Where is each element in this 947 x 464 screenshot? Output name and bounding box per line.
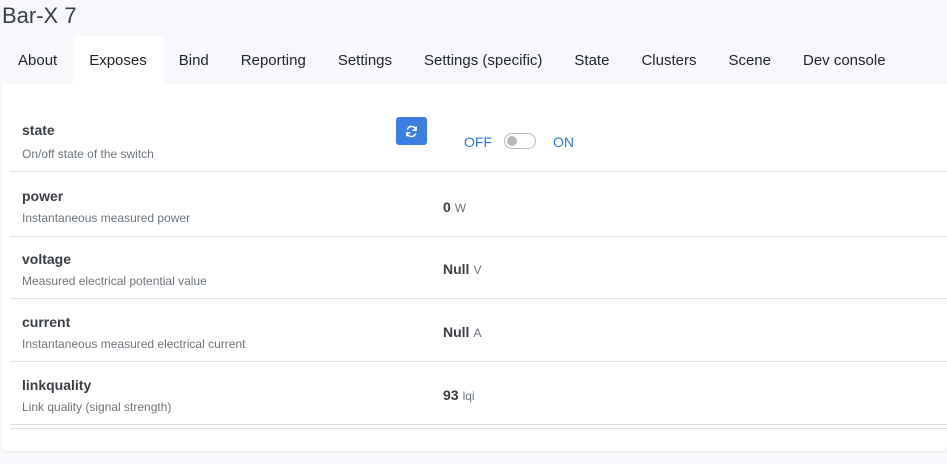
expose-description: Instantaneous measured power xyxy=(22,211,191,225)
expose-value: 0W xyxy=(443,199,466,215)
expose-name: current xyxy=(22,314,71,330)
toggle-knob xyxy=(507,136,517,146)
tab-dev-console[interactable]: Dev console xyxy=(787,36,902,84)
expose-row-power: power Instantaneous measured power 0W xyxy=(10,172,947,237)
tab-settings-specific[interactable]: Settings (specific) xyxy=(408,36,558,84)
value-unit: lqi xyxy=(462,389,475,403)
value-text: Null xyxy=(443,324,470,340)
tab-exposes[interactable]: Exposes xyxy=(73,36,163,84)
tab-bind[interactable]: Bind xyxy=(163,36,225,84)
expose-value: Null V xyxy=(443,261,481,277)
on-button[interactable]: ON xyxy=(553,134,574,150)
expose-row-linkquality: linkquality Link quality (signal strengt… xyxy=(10,362,947,425)
expose-row-current: current Instantaneous measured electrica… xyxy=(10,299,947,362)
expose-name: state xyxy=(22,122,55,138)
expose-description: Measured electrical potential value xyxy=(22,274,207,288)
refresh-icon xyxy=(406,125,417,137)
value-text: 0 xyxy=(443,199,451,215)
expose-row-state: state On/off state of the switch OFF ON xyxy=(10,104,947,172)
tab-reporting[interactable]: Reporting xyxy=(225,36,322,84)
expose-name: linkquality xyxy=(22,377,92,393)
exposes-panel: state On/off state of the switch OFF ON … xyxy=(2,84,947,451)
expose-name: power xyxy=(22,188,64,204)
refresh-button[interactable] xyxy=(396,117,427,145)
value-unit: V xyxy=(473,263,482,277)
value-text: Null xyxy=(443,261,470,277)
expose-value: Null A xyxy=(443,324,481,340)
value-text: 93 xyxy=(443,387,459,403)
state-toggle[interactable] xyxy=(504,133,536,149)
value-unit: W xyxy=(454,201,467,215)
panel-divider xyxy=(10,425,947,429)
expose-description: Instantaneous measured electrical curren… xyxy=(22,337,246,351)
expose-row-voltage: voltage Measured electrical potential va… xyxy=(10,236,947,299)
expose-value: 93 lqi xyxy=(443,387,475,403)
tab-scene[interactable]: Scene xyxy=(712,36,787,84)
tab-state[interactable]: State xyxy=(558,36,625,84)
tab-about[interactable]: About xyxy=(2,36,73,84)
tab-clusters[interactable]: Clusters xyxy=(625,36,712,84)
tab-bar: About Exposes Bind Reporting Settings Se… xyxy=(2,36,947,84)
expose-description: On/off state of the switch xyxy=(22,147,154,161)
off-button[interactable]: OFF xyxy=(464,134,492,150)
tab-settings[interactable]: Settings xyxy=(322,36,408,84)
expose-name: voltage xyxy=(22,251,72,267)
expose-description: Link quality (signal strength) xyxy=(22,400,172,414)
device-title: Bar-X 7 xyxy=(2,3,77,28)
value-unit: A xyxy=(473,326,482,340)
